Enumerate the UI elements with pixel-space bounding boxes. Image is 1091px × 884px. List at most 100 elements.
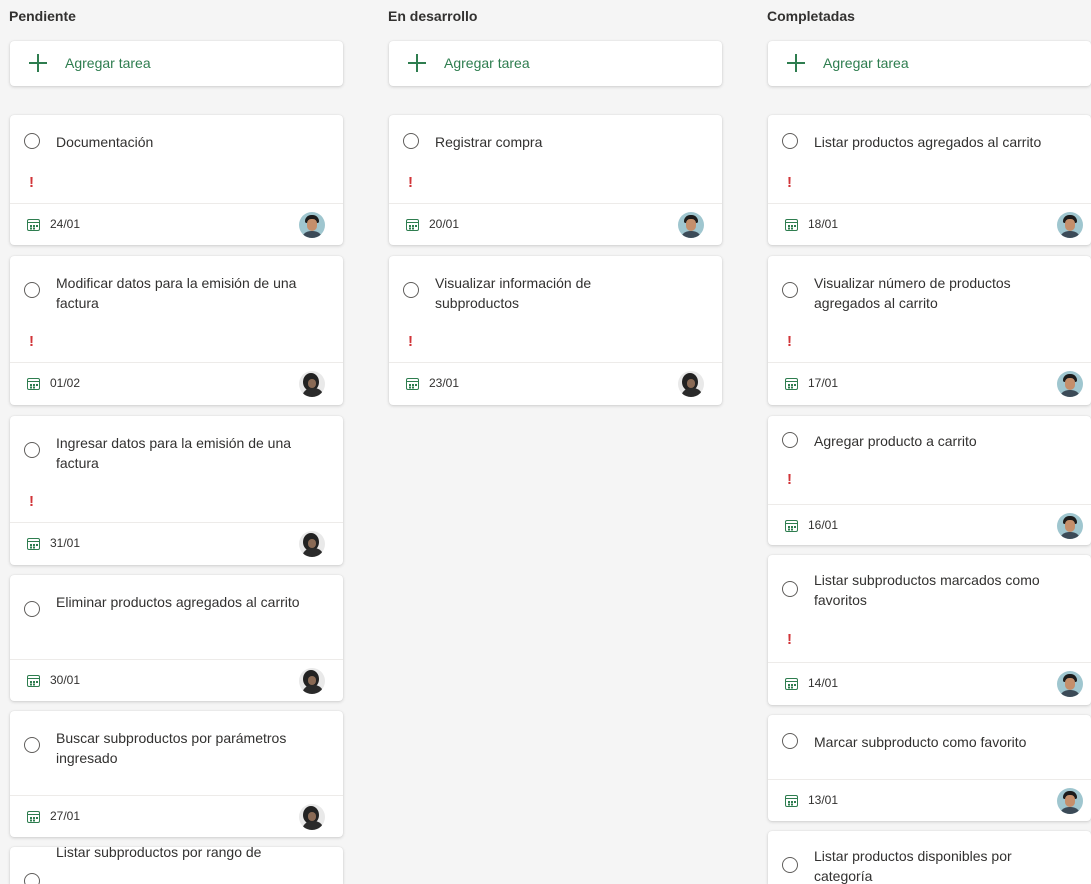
plus-icon [407,53,427,73]
task-card[interactable]: Modificar datos para la emisión de una f… [10,256,343,405]
task-card[interactable]: Documentación ! 24/01 [10,115,343,245]
task-card[interactable]: Listar productos disponibles por categor… [768,831,1091,884]
due-date: 24/01 [50,217,81,231]
exclamation-icon: ! [787,631,792,648]
calendar-icon [27,378,40,390]
column-en-desarrollo: En desarrollo Agregar tarea Registrar co… [388,0,722,884]
task-title: Listar subproductos marcados como favori… [814,572,1040,608]
add-task-label: Agregar tarea [65,55,151,71]
avatar[interactable] [1057,671,1083,697]
exclamation-icon: ! [29,493,34,510]
plus-icon [28,53,48,73]
exclamation-icon: ! [29,333,34,350]
due-date: 31/01 [50,536,81,550]
column-title: Completadas [767,8,855,24]
calendar-icon [27,811,40,823]
add-task-button[interactable]: Agregar tarea [389,41,722,86]
calendar-icon [785,219,798,231]
task-footer: 23/01 [389,362,722,405]
task-title: Marcar subproducto como favorito [814,734,1027,750]
due-date: 16/01 [808,518,839,532]
avatar[interactable] [299,371,325,397]
exclamation-icon: ! [787,471,792,488]
add-task-label: Agregar tarea [444,55,530,71]
task-title: Listar subproductos por rango de [56,847,262,860]
due-date: 14/01 [808,676,839,690]
task-card[interactable]: Registrar compra ! 20/01 [389,115,722,245]
circle-checkbox-icon[interactable] [782,581,798,597]
add-task-button[interactable]: Agregar tarea [10,41,343,86]
due-date: 20/01 [429,217,460,231]
due-date: 01/02 [50,376,81,390]
avatar[interactable] [299,212,325,238]
avatar[interactable] [299,531,325,557]
avatar[interactable] [678,212,704,238]
task-title: Registrar compra [435,134,543,150]
circle-checkbox-icon[interactable] [403,282,419,298]
circle-checkbox-icon[interactable] [24,601,40,617]
task-footer: 16/01 [768,504,1091,545]
task-title: Visualizar información de subproductos [435,275,592,311]
task-footer: 30/01 [10,659,343,701]
task-card[interactable]: Listar productos agregados al carrito ! … [768,115,1091,245]
circle-checkbox-icon[interactable] [782,733,798,749]
task-title: Documentación [56,134,154,150]
calendar-icon [785,795,798,807]
task-card[interactable]: Ingresar datos para la emisión de una fa… [10,416,343,565]
avatar[interactable] [678,371,704,397]
task-title: Ingresar datos para la emisión de una fa… [56,435,292,471]
due-date: 27/01 [50,809,81,823]
avatar[interactable] [299,668,325,694]
avatar[interactable] [1057,513,1083,539]
task-title: Modificar datos para la emisión de una f… [56,275,297,311]
due-date: 30/01 [50,673,81,687]
circle-checkbox-icon[interactable] [782,282,798,298]
task-card[interactable]: Agregar producto a carrito ! 16/01 [768,416,1091,545]
task-footer: 17/01 [768,362,1091,405]
task-card[interactable]: Buscar subproductos por parámetros ingre… [10,711,343,837]
calendar-icon [406,378,419,390]
calendar-icon [27,675,40,687]
task-title: Buscar subproductos por parámetros ingre… [56,730,287,766]
column-title: Pendiente [9,8,76,24]
add-task-label: Agregar tarea [823,55,909,71]
task-title: Listar productos disponibles por categor… [814,848,1012,884]
calendar-icon [785,378,798,390]
calendar-icon [27,538,40,550]
avatar[interactable] [299,804,325,830]
circle-checkbox-icon[interactable] [24,133,40,149]
task-card[interactable]: Listar subproductos marcados como favori… [768,555,1091,705]
task-card[interactable]: Marcar subproducto como favorito 13/01 [768,715,1091,821]
circle-checkbox-icon[interactable] [782,857,798,873]
task-footer: 14/01 [768,662,1091,705]
circle-checkbox-icon[interactable] [403,133,419,149]
circle-checkbox-icon[interactable] [782,432,798,448]
task-board: Pendiente Agregar tarea Documentación ! … [0,0,1091,884]
add-task-button[interactable]: Agregar tarea [768,41,1091,86]
calendar-icon [785,678,798,690]
task-title: Agregar producto a carrito [814,433,977,449]
circle-checkbox-icon[interactable] [782,133,798,149]
task-card[interactable]: Visualizar número de productos agregados… [768,256,1091,405]
task-card[interactable]: Eliminar productos agregados al carrito … [10,575,343,701]
due-date: 13/01 [808,793,839,807]
plus-icon [786,53,806,73]
circle-checkbox-icon[interactable] [24,282,40,298]
exclamation-icon: ! [408,174,413,191]
due-date: 23/01 [429,376,460,390]
due-date: 18/01 [808,217,839,231]
circle-checkbox-icon[interactable] [24,737,40,753]
avatar[interactable] [1057,371,1083,397]
task-footer: 18/01 [768,203,1091,245]
calendar-icon [406,219,419,231]
avatar[interactable] [1057,788,1083,814]
column-completadas: Completadas Agregar tarea Listar product… [767,0,1091,884]
circle-checkbox-icon[interactable] [24,873,40,884]
circle-checkbox-icon[interactable] [24,442,40,458]
exclamation-icon: ! [787,174,792,191]
task-card[interactable]: Listar subproductos por rango de [10,847,343,884]
task-card[interactable]: Visualizar información de subproductos !… [389,256,722,405]
exclamation-icon: ! [29,174,34,191]
avatar[interactable] [1057,212,1083,238]
task-footer: 01/02 [10,362,343,405]
